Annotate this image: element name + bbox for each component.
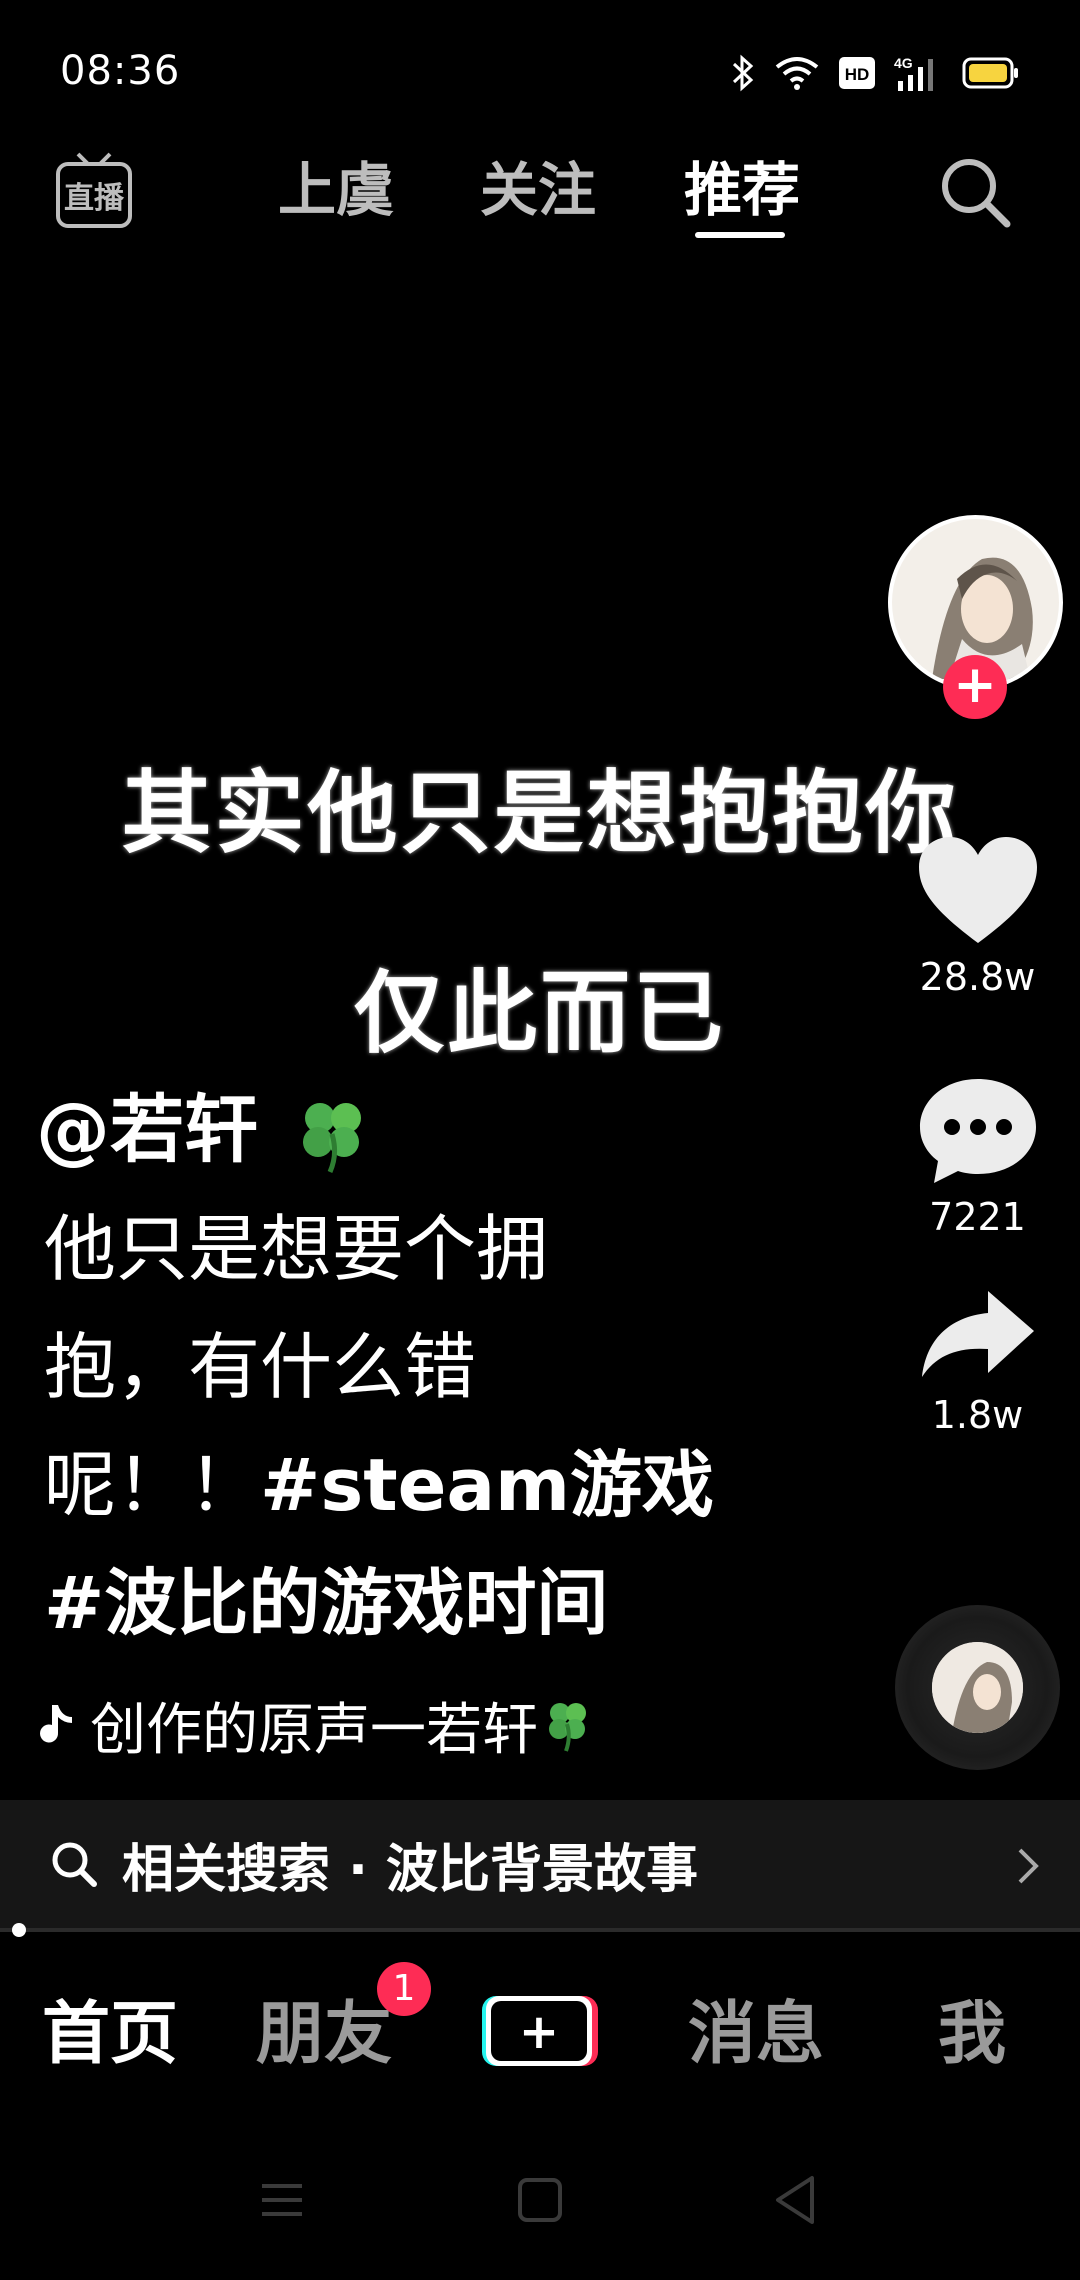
description-line-1: 他只是想要个拥 bbox=[44, 1207, 549, 1291]
author-name[interactable]: @若轩 bbox=[36, 1070, 374, 1177]
hd-label: HD bbox=[845, 65, 870, 84]
hashtag-poppy-playtime[interactable]: #波比的游戏时间 bbox=[44, 1544, 764, 1662]
music-info[interactable]: 创作的原声一若轩 bbox=[36, 1690, 592, 1763]
nav-home[interactable]: 首页 bbox=[42, 1995, 178, 2075]
comment-button[interactable]: 7221 bbox=[900, 1075, 1055, 1239]
description-line-3-text: 呢！！ bbox=[44, 1443, 261, 1527]
status-icons: HD 4G bbox=[730, 48, 1020, 98]
tab-recommended[interactable]: 推荐 bbox=[684, 150, 800, 230]
like-count: 28.8w bbox=[919, 955, 1036, 999]
4g-signal-icon: 4G bbox=[894, 55, 933, 91]
wifi-icon bbox=[775, 57, 819, 90]
description-line-3: 呢！！#steam游戏 bbox=[44, 1426, 764, 1544]
share-count: 1.8w bbox=[931, 1393, 1024, 1437]
heart-icon bbox=[918, 837, 1037, 943]
share-button[interactable]: 1.8w bbox=[900, 1285, 1055, 1437]
chevron-right-icon bbox=[1018, 1848, 1039, 1884]
video-progress-handle[interactable] bbox=[12, 1923, 26, 1937]
share-arrow-icon bbox=[921, 1291, 1034, 1377]
author-avatar-button[interactable]: + bbox=[888, 515, 1063, 719]
nav-messages[interactable]: 消息 bbox=[688, 1995, 824, 2075]
clover-icon bbox=[549, 1703, 586, 1752]
live-label: 直播 bbox=[64, 181, 125, 216]
video-progress-track[interactable] bbox=[0, 1928, 1080, 1932]
system-nav-bar bbox=[0, 2150, 1080, 2260]
network-label: 4G bbox=[894, 55, 913, 71]
description-line-2: 抱，有什么错 bbox=[44, 1325, 477, 1409]
comment-count: 7221 bbox=[929, 1195, 1026, 1239]
music-cover-thumbnail bbox=[932, 1642, 1023, 1733]
related-search-text: 相关搜索 · 波比背景故事 bbox=[122, 1839, 698, 1900]
like-button[interactable]: 28.8w bbox=[900, 835, 1055, 999]
comment-bubble-icon bbox=[919, 1079, 1036, 1183]
hashtag-steam-game[interactable]: #steam游戏 bbox=[260, 1443, 714, 1527]
menu-icon[interactable] bbox=[258, 2178, 306, 2222]
active-tab-indicator bbox=[695, 232, 785, 238]
friends-notification-badge: 1 bbox=[377, 1962, 431, 2016]
hd-icon: HD bbox=[839, 57, 875, 89]
clover-icon bbox=[302, 1103, 361, 1174]
search-icon[interactable] bbox=[935, 152, 1015, 232]
nav-friends[interactable]: 朋友 bbox=[256, 1995, 392, 2075]
tab-following[interactable]: 关注 bbox=[480, 150, 596, 230]
post-description: 他只是想要个拥 抱，有什么错 呢！！#steam游戏 #波比的游戏时间 bbox=[44, 1190, 764, 1662]
tab-local[interactable]: 上虞 bbox=[278, 150, 394, 230]
create-plus-icon: + bbox=[519, 2004, 559, 2060]
music-note-icon bbox=[40, 1705, 72, 1743]
author-name-text: @若轩 bbox=[36, 1087, 258, 1173]
related-search-bar[interactable]: 相关搜索 · 波比背景故事 bbox=[0, 1800, 1080, 1928]
battery-icon bbox=[962, 57, 1018, 89]
music-disc-button[interactable] bbox=[895, 1605, 1060, 1770]
create-post-button[interactable]: + bbox=[480, 1992, 598, 2070]
status-time: 08:36 bbox=[60, 48, 181, 94]
bottom-nav: 首页 朋友 1 + 消息 我 bbox=[0, 1950, 1080, 2120]
live-tv-icon[interactable]: 直播 bbox=[52, 150, 136, 234]
app-screen: 08:36 HD 4G 直播 上虞 关注 推荐 其实他只是想抱抱你 仅此而已 +… bbox=[0, 0, 1080, 2280]
follow-button[interactable]: + bbox=[943, 655, 1007, 719]
nav-me[interactable]: 我 bbox=[938, 1995, 1006, 2075]
bluetooth-icon bbox=[732, 54, 754, 92]
back-triangle-icon[interactable] bbox=[772, 2174, 818, 2226]
music-title: 创作的原声一若轩 bbox=[90, 1697, 538, 1763]
top-nav: 直播 上虞 关注 推荐 bbox=[0, 140, 1080, 260]
home-square-icon[interactable] bbox=[516, 2176, 564, 2224]
search-icon bbox=[52, 1842, 97, 1887]
status-bar: 08:36 HD 4G bbox=[0, 0, 1080, 150]
